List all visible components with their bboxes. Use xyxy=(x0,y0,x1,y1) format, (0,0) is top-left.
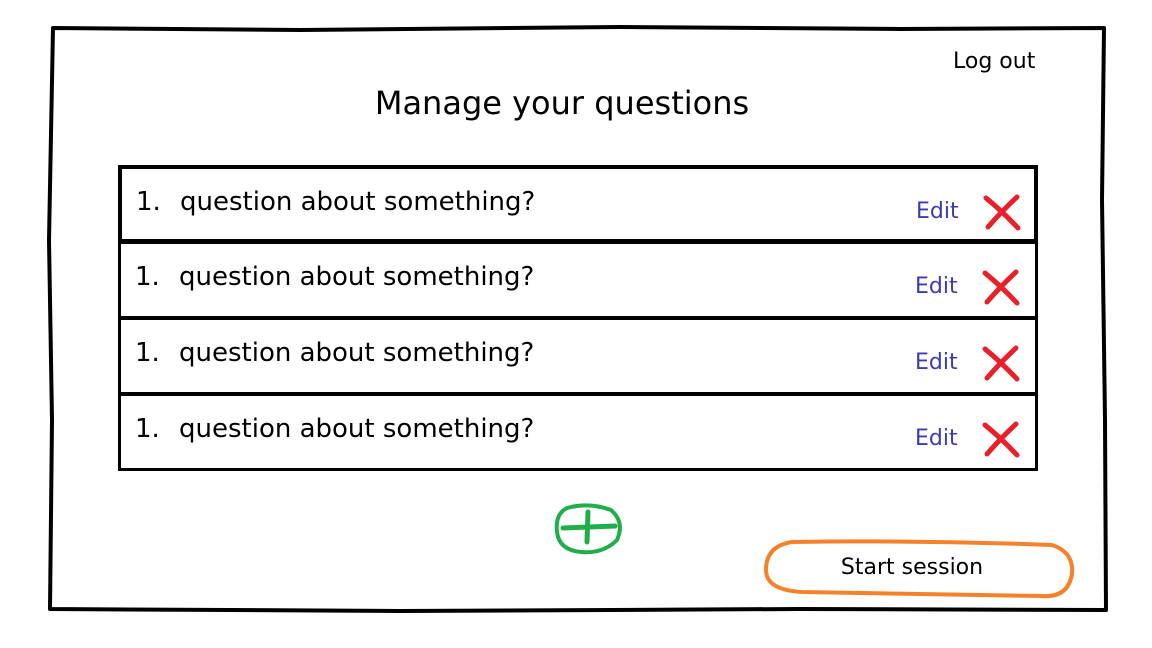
question-list: 1. question about something? Edit 1. que… xyxy=(118,165,1038,471)
close-icon[interactable] xyxy=(982,193,1022,233)
question-number: 1. xyxy=(135,414,160,444)
list-item: 1. question about something? Edit xyxy=(118,393,1038,471)
close-icon[interactable] xyxy=(981,268,1021,308)
question-text: question about something? xyxy=(179,338,535,368)
app-window: Log out Manage your questions 1. questio… xyxy=(0,0,1152,648)
start-session-button[interactable]: Start session xyxy=(762,538,1076,602)
question-number: 1. xyxy=(136,187,161,217)
plus-icon[interactable] xyxy=(553,500,625,558)
edit-button[interactable]: Edit xyxy=(915,350,958,375)
edit-button[interactable]: Edit xyxy=(916,199,959,224)
logout-link[interactable]: Log out xyxy=(953,49,1035,74)
page-title: Manage your questions xyxy=(374,84,750,122)
edit-button[interactable]: Edit xyxy=(915,274,958,299)
close-icon[interactable] xyxy=(981,344,1021,384)
list-item: 1. question about something? Edit xyxy=(118,165,1038,243)
question-text: question about something? xyxy=(179,414,535,444)
edit-button[interactable]: Edit xyxy=(915,426,958,451)
list-item: 1. question about something? Edit xyxy=(118,317,1038,395)
close-icon[interactable] xyxy=(981,420,1021,460)
start-session-label: Start session xyxy=(840,555,984,580)
question-number: 1. xyxy=(135,338,160,368)
question-text: question about something? xyxy=(180,187,536,217)
list-item: 1. question about something? Edit xyxy=(118,241,1038,319)
question-text: question about something? xyxy=(179,262,535,292)
question-number: 1. xyxy=(135,262,160,292)
